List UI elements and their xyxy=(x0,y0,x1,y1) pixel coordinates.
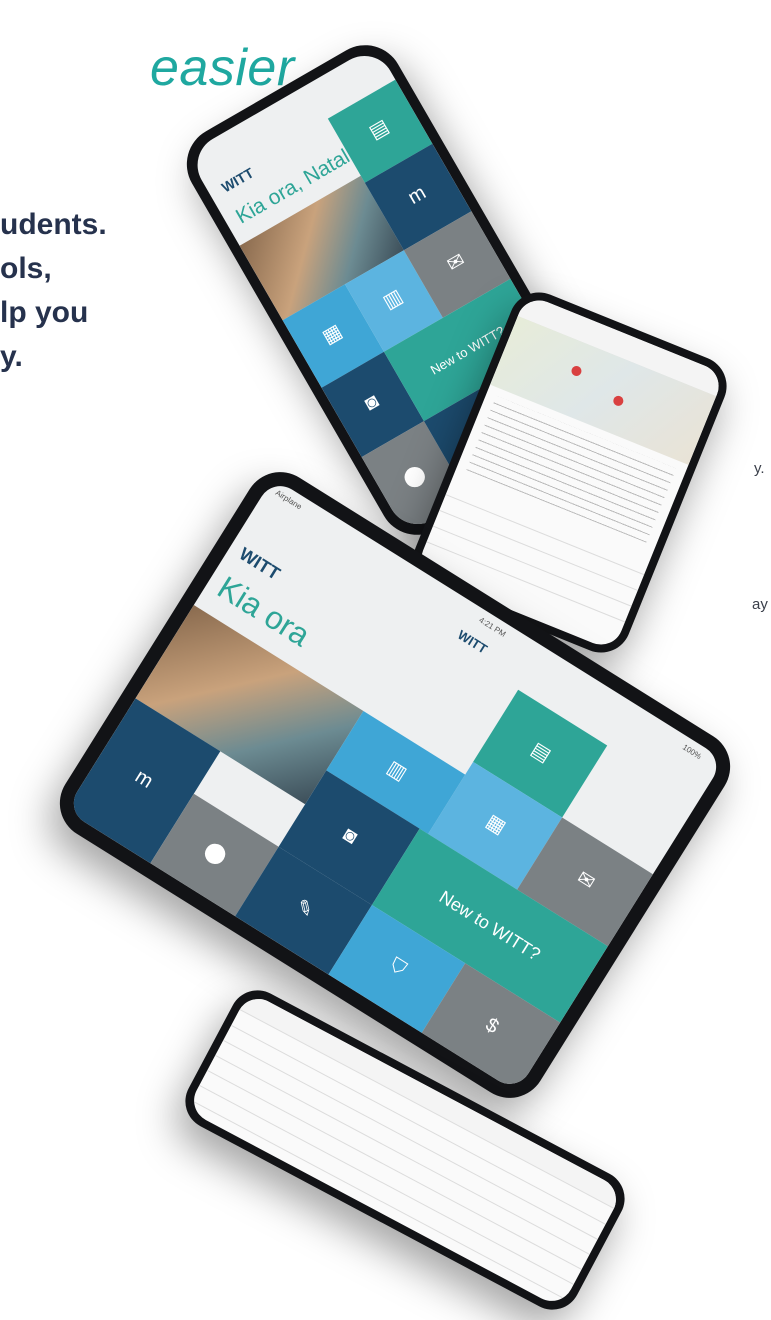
witt-logo: WITT xyxy=(218,164,257,196)
calendar-icon: ▦ xyxy=(482,809,511,839)
document-icon: ▥ xyxy=(382,756,411,786)
battery-text: 100% xyxy=(680,742,704,762)
camera-icon: ◙ xyxy=(339,823,362,849)
mail-icon: ✉ xyxy=(443,249,469,277)
document-icon: ▥ xyxy=(379,285,407,314)
body-fragment-1: y. xyxy=(754,460,765,477)
tag-icon: ✎ xyxy=(291,895,318,923)
mail-icon: ✉ xyxy=(573,866,600,894)
witt-logo-header: WITT xyxy=(455,627,490,657)
moodle-icon: m xyxy=(404,181,430,209)
lead-text: udents. ols, lp you y. xyxy=(0,208,107,373)
moodle-icon: m xyxy=(131,765,157,793)
dollar-icon: $ xyxy=(481,1013,503,1039)
location-pin-icon: ⬤ xyxy=(399,461,430,492)
clock: 4:21 PM xyxy=(477,615,508,639)
book-icon: ▤ xyxy=(527,737,556,767)
location-pin-icon: ⬤ xyxy=(200,838,231,869)
carrier-text: Airplane xyxy=(273,488,304,512)
shield-icon: ⛉ xyxy=(385,953,411,981)
new-to-witt-label: New to WITT? xyxy=(436,886,545,965)
body-fragment-2: ay xyxy=(752,596,768,613)
book-icon: ▤ xyxy=(365,115,393,144)
camera-icon: ◙ xyxy=(361,390,383,416)
headline-word: easier xyxy=(150,39,295,97)
calendar-icon: ▦ xyxy=(318,320,346,349)
